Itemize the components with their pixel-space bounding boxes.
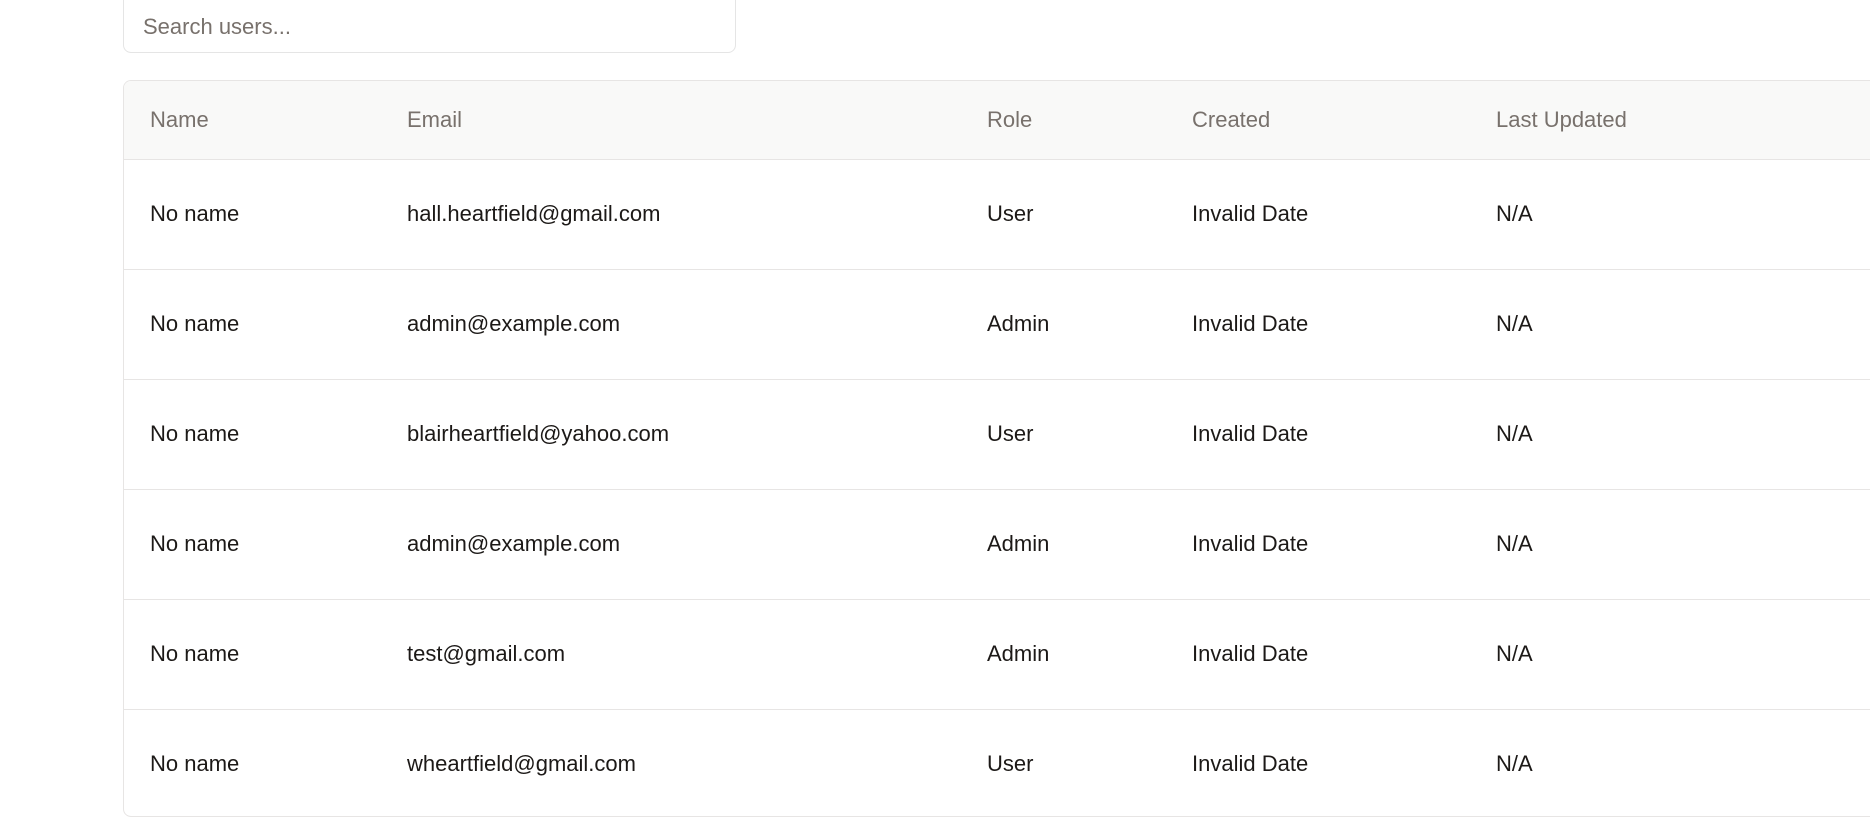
cell-name: No name [124, 159, 381, 270]
table-header: Name Email Role Created Last Updated [124, 81, 1870, 160]
column-header-email[interactable]: Email [381, 81, 961, 160]
table-row[interactable]: No name admin@example.com Admin Invalid … [124, 269, 1870, 380]
cell-created: Invalid Date [1166, 489, 1470, 600]
cell-name: No name [124, 379, 381, 490]
column-header-name[interactable]: Name [124, 81, 381, 160]
cell-email: blairheartfield@yahoo.com [381, 379, 961, 490]
table-row[interactable]: No name admin@example.com Admin Invalid … [124, 489, 1870, 600]
cell-email: hall.heartfield@gmail.com [381, 159, 961, 270]
cell-role: Admin [961, 599, 1166, 710]
cell-last-updated: N/A [1496, 751, 1533, 777]
cell-role: User [961, 159, 1166, 270]
cell-role: User [961, 379, 1166, 490]
cell-last-updated: N/A [1470, 379, 1870, 490]
table-row[interactable]: No name blairheartfield@yahoo.com User I… [124, 379, 1870, 490]
cell-created: Invalid Date [1166, 269, 1470, 380]
column-header-role[interactable]: Role [961, 81, 1166, 160]
cell-name: No name [124, 489, 381, 600]
cell-last-updated: N/A [1470, 489, 1870, 600]
cell-role: Admin [961, 489, 1166, 600]
cell-name: No name [150, 751, 240, 777]
cell-role: Admin [961, 269, 1166, 380]
cell-name: No name [124, 599, 381, 710]
table-row[interactable]: No name wheartfield@gmail.com User Inval… [124, 709, 1870, 816]
cell-last-updated: N/A [1470, 599, 1870, 710]
table-header-row: Name Email Role Created Last Updated [124, 81, 1870, 160]
cell-created: Invalid Date [1192, 751, 1309, 777]
table-row[interactable]: No name test@gmail.com Admin Invalid Dat… [124, 599, 1870, 710]
search-box[interactable] [123, 0, 736, 53]
table-body: No name hall.heartfield@gmail.com User I… [124, 159, 1870, 816]
cell-created: Invalid Date [1166, 379, 1470, 490]
cell-created: Invalid Date [1166, 599, 1470, 710]
column-header-created[interactable]: Created [1166, 81, 1470, 160]
table-row[interactable]: No name hall.heartfield@gmail.com User I… [124, 159, 1870, 270]
cell-email: wheartfield@gmail.com [407, 751, 636, 777]
cell-last-updated: N/A [1470, 269, 1870, 380]
cell-role: User [987, 751, 1034, 777]
cell-email: admin@example.com [381, 489, 961, 600]
cell-created: Invalid Date [1166, 159, 1470, 270]
cell-name: No name [124, 269, 381, 380]
users-table: Name Email Role Created Last Updated No … [124, 81, 1870, 816]
column-header-last-updated[interactable]: Last Updated [1470, 81, 1870, 160]
cell-last-updated: N/A [1470, 159, 1870, 270]
cell-email: test@gmail.com [381, 599, 961, 710]
cell-email: admin@example.com [381, 269, 961, 380]
users-table-container: Name Email Role Created Last Updated No … [123, 80, 1870, 817]
search-input[interactable] [124, 0, 735, 52]
